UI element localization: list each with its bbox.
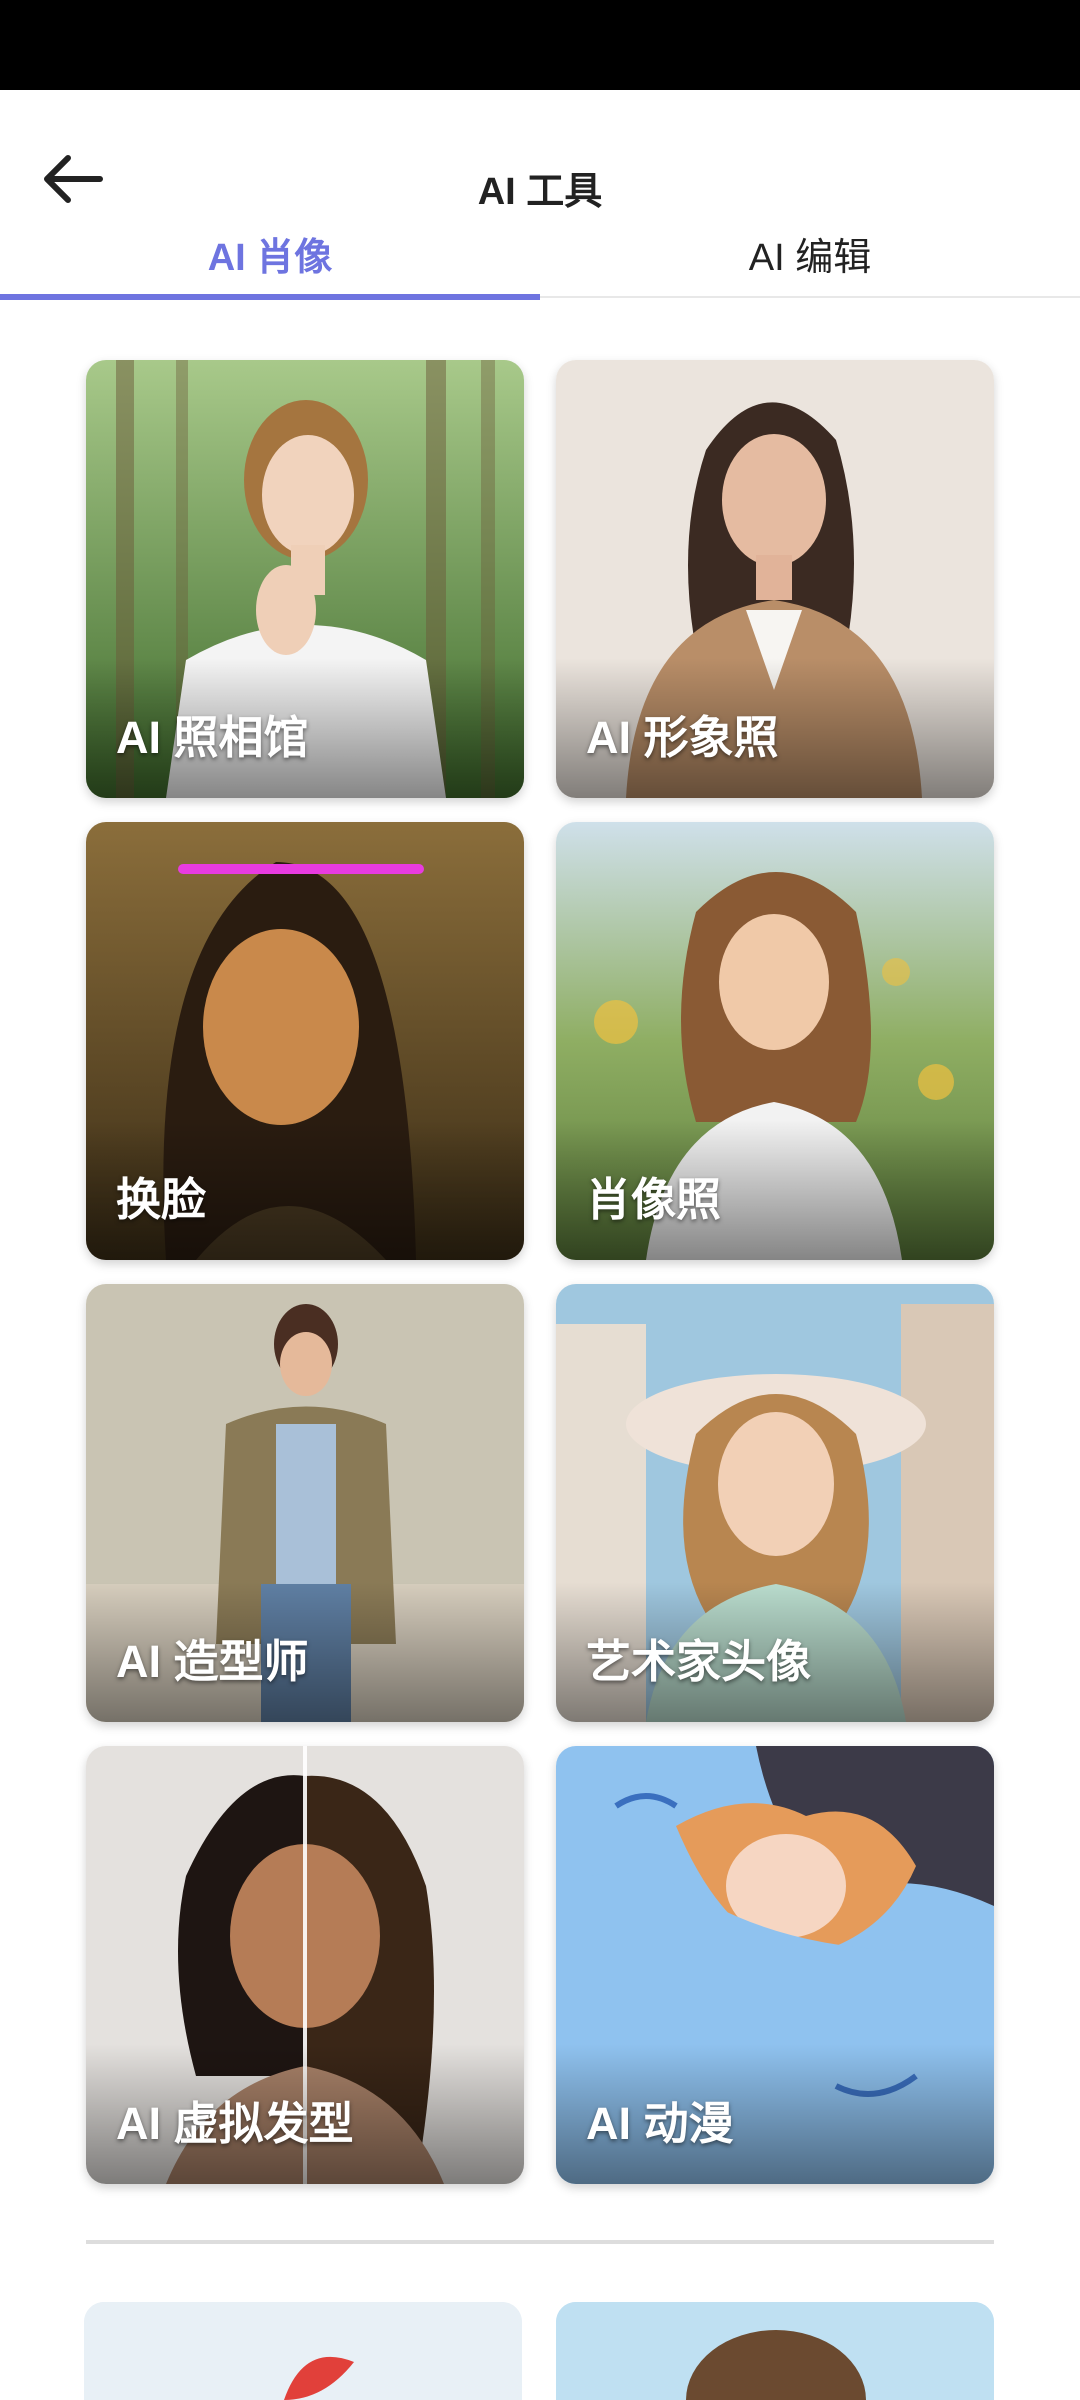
card-ai-headshot[interactable]: AI 形象照 <box>556 360 994 798</box>
card-ai-anime[interactable]: AI 动漫 <box>556 1746 994 2184</box>
card-ai-stylist[interactable]: AI 造型师 <box>86 1284 524 1722</box>
card-ai-virtual-hairstyle[interactable]: AI 虚拟发型 <box>86 1746 524 2184</box>
card-artistic-avatar[interactable]: 艺术家头像 <box>556 1284 994 1722</box>
app-bar: AI 工具 <box>0 90 1080 213</box>
card-label: 肖像照 <box>586 1174 722 1225</box>
card-face-swap[interactable]: 换脸 <box>86 822 524 1260</box>
status-bar <box>0 0 1080 90</box>
section-divider <box>86 2240 994 2244</box>
tab-indicator <box>0 294 540 300</box>
tab-bar: AI 肖像 AI 编辑 <box>0 222 1080 300</box>
page-title: AI 工具 <box>477 171 603 213</box>
card-label: AI 造型师 <box>116 1636 309 1687</box>
card-preview-image-icon <box>556 2302 994 2400</box>
card-preview-image-icon <box>84 2302 522 2400</box>
card-label: 换脸 <box>116 1174 207 1225</box>
card-label: 艺术家头像 <box>586 1636 812 1687</box>
card-label: AI 照相馆 <box>116 712 309 763</box>
tab-divider <box>540 296 1080 298</box>
card-portrait-photo[interactable]: 肖像照 <box>556 822 994 1260</box>
card-ai-photo-studio[interactable]: AI 照相馆 <box>86 360 524 798</box>
card-peek-right[interactable] <box>556 2302 994 2400</box>
card-label: AI 形象照 <box>586 712 779 763</box>
card-label: AI 动漫 <box>586 2098 734 2149</box>
tab-ai-portrait[interactable]: AI 肖像 <box>0 222 540 294</box>
card-label: AI 虚拟发型 <box>116 2098 354 2149</box>
tab-ai-edit[interactable]: AI 编辑 <box>540 222 1080 294</box>
card-peek-left[interactable] <box>84 2302 522 2400</box>
